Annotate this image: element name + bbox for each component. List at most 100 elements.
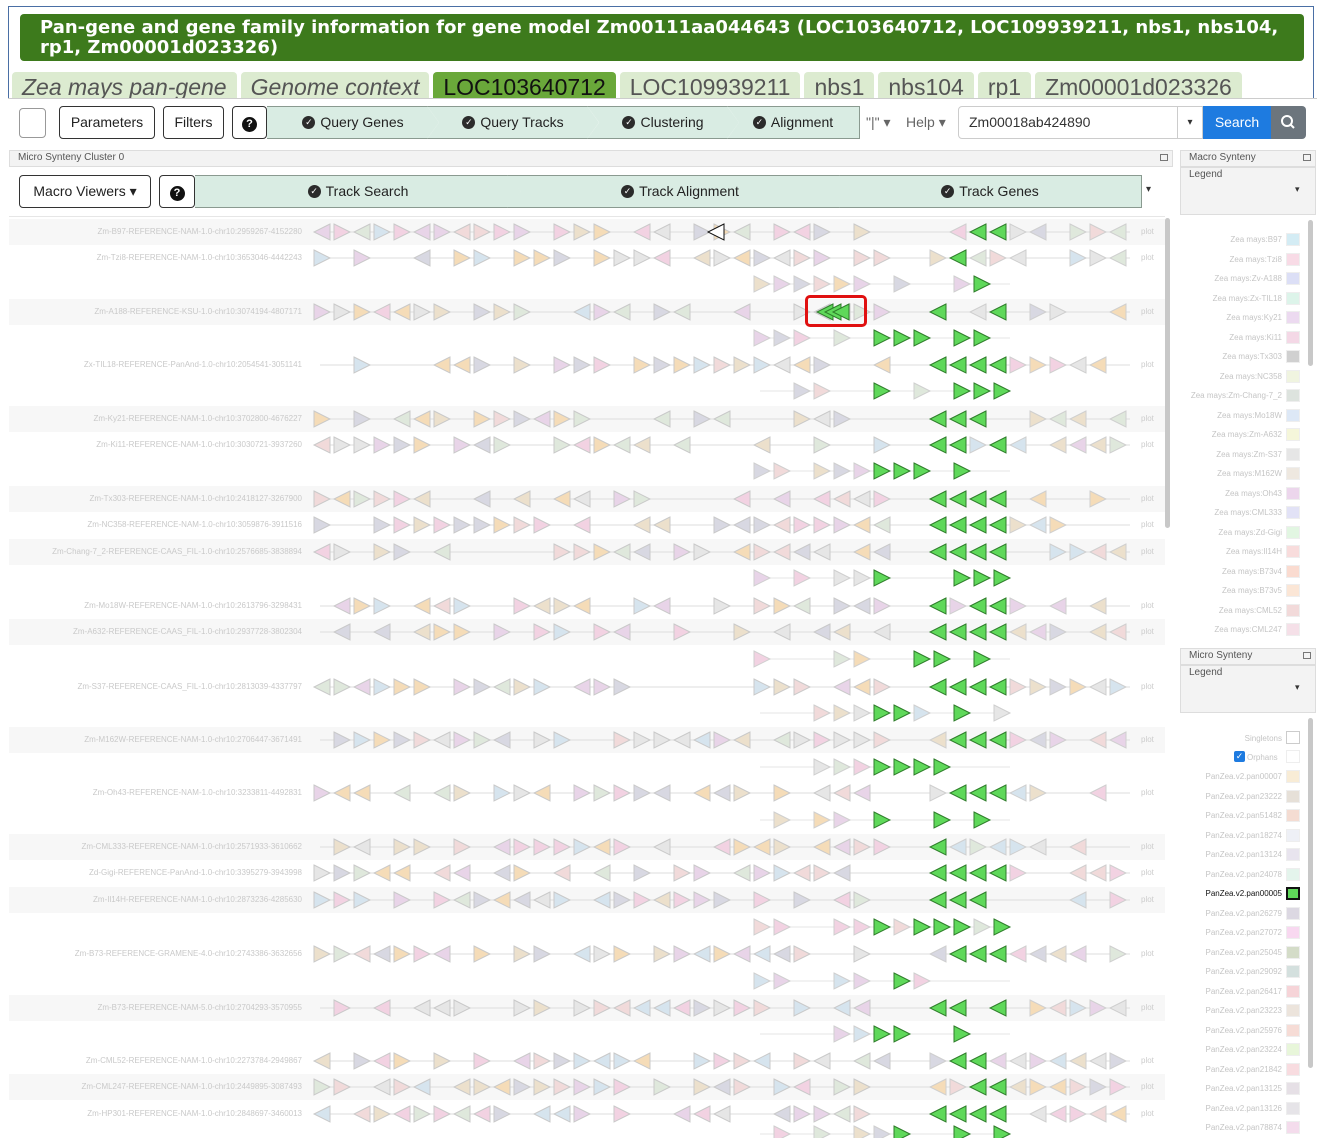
gene-glyph[interactable] <box>753 569 772 587</box>
gene-glyph[interactable] <box>552 1105 571 1123</box>
gene-glyph[interactable] <box>852 1052 871 1070</box>
legend-swatch[interactable] <box>1286 809 1300 822</box>
gene-glyph-pan00005[interactable] <box>948 356 967 374</box>
legend-swatch[interactable] <box>1286 389 1300 402</box>
gene-glyph[interactable] <box>632 1052 651 1070</box>
plot-link[interactable]: plot <box>1141 1109 1154 1118</box>
plot-link[interactable]: plot <box>1141 1082 1154 1091</box>
gene-glyph[interactable] <box>833 597 852 615</box>
gene-glyph[interactable] <box>853 945 872 963</box>
gene-glyph[interactable] <box>988 1052 1007 1070</box>
gene-glyph-pan00005[interactable] <box>948 516 967 534</box>
gene-glyph[interactable] <box>968 249 987 267</box>
gene-glyph[interactable] <box>1069 678 1088 696</box>
gene-glyph[interactable] <box>312 1105 331 1123</box>
gene-glyph[interactable] <box>1029 1052 1048 1070</box>
gene-glyph-pan00005[interactable] <box>913 462 932 480</box>
gene-glyph-pan00005[interactable] <box>948 784 967 802</box>
gene-glyph[interactable] <box>793 516 812 534</box>
gene-glyph[interactable] <box>572 436 591 454</box>
track-label[interactable]: Zm-Mo18W-REFERENCE-NAM-1.0-chr10:2613796… <box>12 601 302 610</box>
plot-link[interactable]: plot <box>1141 949 1154 958</box>
gene-glyph[interactable] <box>453 516 472 534</box>
gene-glyph[interactable] <box>713 945 732 963</box>
gene-glyph[interactable] <box>1109 436 1128 454</box>
plot-link[interactable]: plot <box>1141 601 1154 610</box>
plot-link[interactable]: plot <box>1141 868 1154 877</box>
gene-glyph[interactable] <box>949 597 968 615</box>
plot-link[interactable]: plot <box>1141 360 1154 369</box>
legend-swatch[interactable] <box>1286 750 1300 763</box>
gene-glyph[interactable] <box>873 1125 892 1138</box>
gene-glyph[interactable] <box>813 275 832 293</box>
micro-legend-scrollbar[interactable] <box>1308 718 1313 1068</box>
gene-glyph[interactable] <box>533 1052 552 1070</box>
gene-glyph[interactable] <box>453 436 472 454</box>
gene-glyph[interactable] <box>573 1052 592 1070</box>
gene-glyph[interactable] <box>613 945 632 963</box>
gene-glyph[interactable] <box>692 1105 711 1123</box>
gene-glyph[interactable] <box>453 597 472 615</box>
gene-glyph[interactable] <box>853 1025 872 1043</box>
gene-glyph[interactable] <box>993 704 1012 722</box>
minimize-icon[interactable] <box>1303 154 1311 161</box>
gene-glyph[interactable] <box>893 918 912 936</box>
gene-glyph-pan00005[interactable] <box>873 462 892 480</box>
gene-glyph[interactable] <box>813 1105 832 1123</box>
gene-glyph[interactable] <box>753 275 772 293</box>
gene-glyph[interactable] <box>633 784 652 802</box>
gene-glyph[interactable] <box>633 249 652 267</box>
track-label[interactable]: Zm-M162W-REFERENCE-NAM-1.0-chr10:2706447… <box>12 735 302 744</box>
legend-swatch[interactable] <box>1286 272 1300 285</box>
gene-glyph[interactable] <box>713 597 732 615</box>
gene-glyph[interactable] <box>352 1105 371 1123</box>
gene-glyph[interactable] <box>793 249 812 267</box>
gene-glyph[interactable] <box>813 436 832 454</box>
gene-glyph[interactable] <box>493 784 512 802</box>
gene-glyph[interactable] <box>872 516 891 534</box>
gene-glyph[interactable] <box>853 275 872 293</box>
gene-glyph-pan00005[interactable] <box>928 597 947 615</box>
gene-glyph[interactable] <box>1048 436 1067 454</box>
gene-glyph[interactable] <box>913 382 932 400</box>
gene-glyph[interactable] <box>1008 1052 1027 1070</box>
gene-glyph[interactable] <box>793 569 812 587</box>
gene-glyph-pan00005[interactable] <box>928 436 947 454</box>
gene-glyph[interactable] <box>632 516 651 534</box>
gene-glyph[interactable] <box>593 678 612 696</box>
gene-glyph[interactable] <box>1088 356 1107 374</box>
gene-glyph[interactable] <box>313 516 332 534</box>
gene-glyph[interactable] <box>412 249 431 267</box>
gene-glyph[interactable] <box>753 650 772 668</box>
gene-glyph[interactable] <box>713 1052 732 1070</box>
gene-glyph-pan00005[interactable] <box>993 382 1012 400</box>
gene-glyph[interactable] <box>653 945 672 963</box>
gene-glyph[interactable] <box>573 784 592 802</box>
gene-glyph[interactable] <box>452 1105 471 1123</box>
minimize-icon[interactable] <box>1303 652 1311 659</box>
gene-glyph[interactable] <box>613 678 632 696</box>
gene-glyph[interactable] <box>772 1105 791 1123</box>
gene-glyph-pan00005[interactable] <box>968 356 987 374</box>
gene-glyph[interactable] <box>1088 864 1107 882</box>
track-label[interactable]: Zm-Oh43-REFERENCE-NAM-1.0-chr10:3233811-… <box>12 788 302 797</box>
gene-glyph[interactable] <box>753 249 772 267</box>
gene-glyph-pan00005[interactable] <box>948 436 967 454</box>
gene-glyph[interactable] <box>1068 864 1087 882</box>
gene-glyph[interactable] <box>813 1125 832 1138</box>
gene-glyph-pan00005[interactable] <box>928 1105 947 1123</box>
gene-glyph[interactable] <box>713 516 732 534</box>
gene-glyph-pan00005[interactable] <box>988 356 1007 374</box>
gene-glyph[interactable] <box>833 704 852 722</box>
gene-glyph-pan00005[interactable] <box>953 704 972 722</box>
gene-glyph[interactable] <box>772 516 791 534</box>
gene-glyph[interactable] <box>613 784 632 802</box>
gene-glyph[interactable] <box>1108 249 1127 267</box>
gene-glyph[interactable] <box>673 864 692 882</box>
gene-glyph[interactable] <box>473 1052 492 1070</box>
gene-glyph[interactable] <box>533 249 552 267</box>
gene-glyph-pan00005[interactable] <box>948 249 967 267</box>
gene-glyph[interactable] <box>1008 945 1027 963</box>
legend-swatch[interactable] <box>1286 789 1300 803</box>
gene-glyph[interactable] <box>572 597 591 615</box>
